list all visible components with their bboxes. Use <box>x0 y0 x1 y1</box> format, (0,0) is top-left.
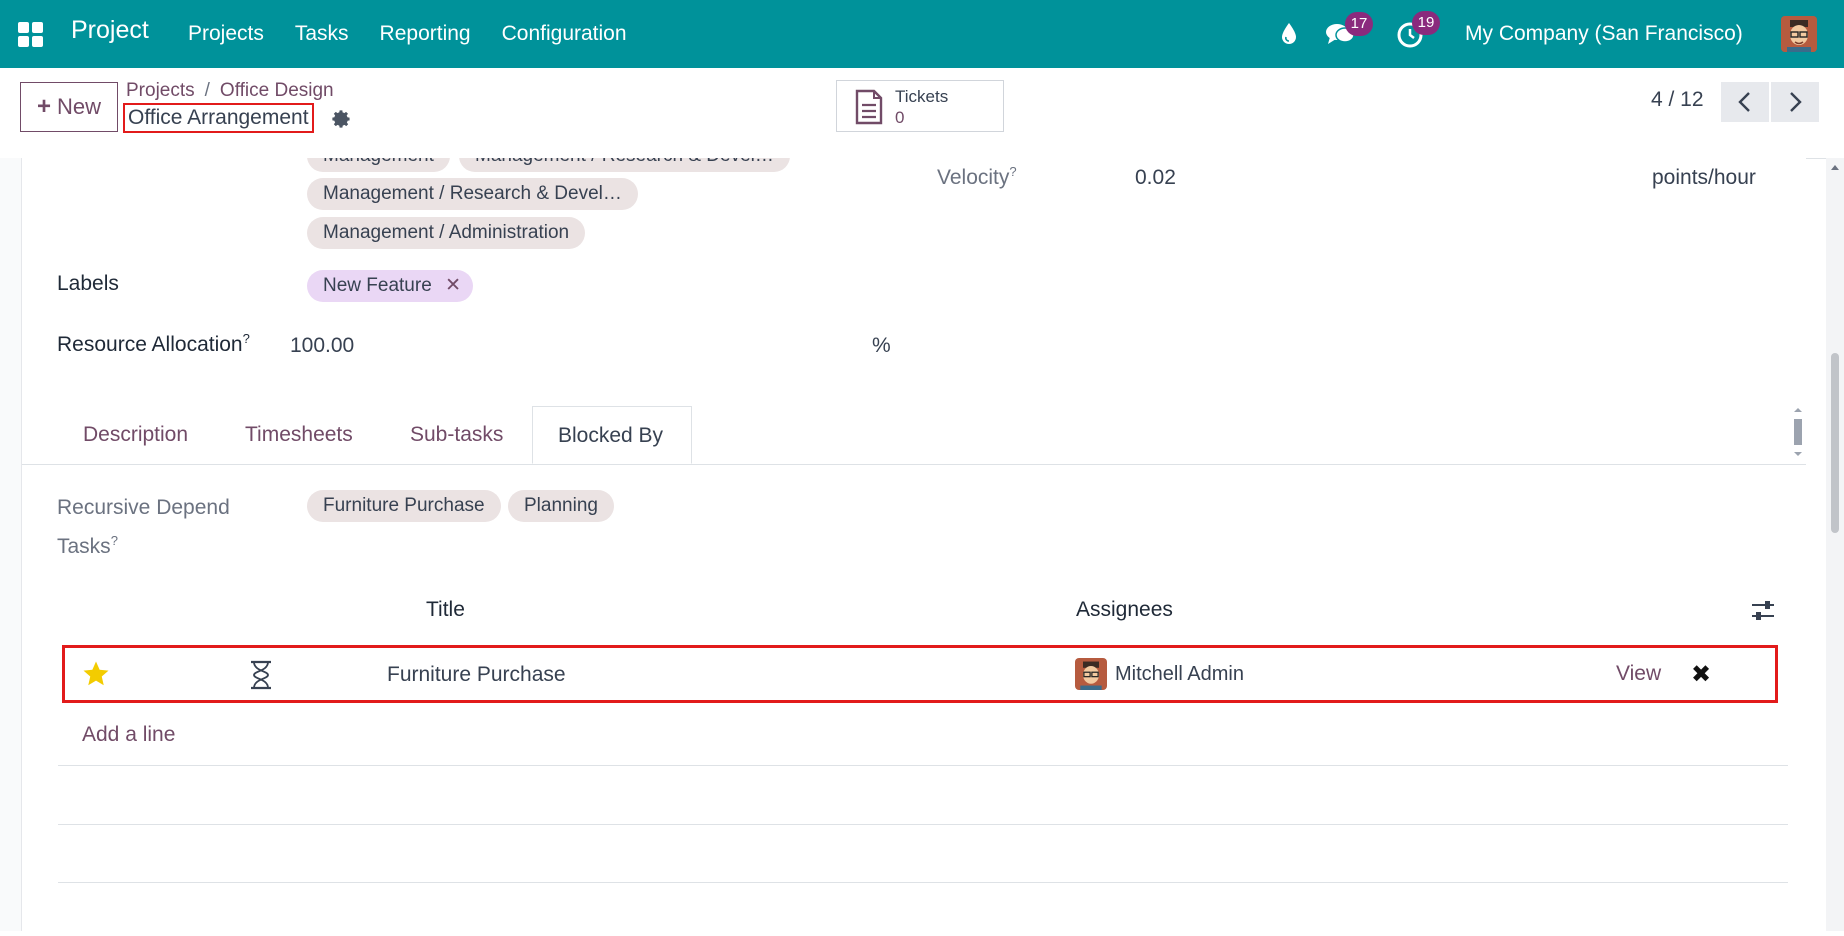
velocity-unit: points/hour <box>1652 166 1756 189</box>
tab-sub-tasks[interactable]: Sub-tasks <box>410 406 503 464</box>
column-title[interactable]: Title <box>426 598 465 622</box>
plus-icon: + <box>36 93 51 120</box>
assignee-avatar <box>1075 658 1107 690</box>
menu-reporting[interactable]: Reporting <box>380 22 471 46</box>
row-divider <box>58 765 1788 766</box>
row-assignee[interactable]: Mitchell Admin <box>1115 663 1244 686</box>
activities-badge: 19 <box>1412 11 1440 35</box>
column-assignees[interactable]: Assignees <box>1076 598 1173 622</box>
resource-allocation-value[interactable]: 100.00 <box>290 334 354 358</box>
velocity-label: Velocity? <box>937 164 1017 189</box>
form-content: Management Management / Research & Devel… <box>0 158 1806 931</box>
new-button[interactable]: + New <box>20 82 118 132</box>
row-view-button[interactable]: View <box>1616 662 1661 686</box>
table-header: Title Assignees <box>58 598 1788 648</box>
tabs-scrollbar[interactable] <box>1792 406 1804 458</box>
messages-badge: 17 <box>1345 12 1373 36</box>
tickets-label: Tickets <box>895 87 949 106</box>
breadcrumb: Projects / Office Design <box>126 80 334 102</box>
recursive-depend-tasks-label: Recursive Depend Tasks? <box>57 496 230 558</box>
gear-icon[interactable] <box>330 108 352 130</box>
record-title: Office Arrangement <box>123 103 314 133</box>
tickets-smart-button[interactable]: Tickets 0 <box>836 80 1004 132</box>
main-menu: Projects Tasks Reporting Configuration <box>188 22 627 46</box>
chevron-left-icon <box>1738 92 1750 112</box>
table-row[interactable]: Furniture Purchase Mitchell Admin View ✖ <box>62 645 1778 703</box>
row-delete-icon[interactable]: ✖ <box>1691 660 1711 689</box>
optional-columns-icon[interactable] <box>1751 600 1775 622</box>
chevron-right-icon <box>1790 92 1802 112</box>
label-tag-new-feature[interactable]: New Feature ✕ <box>307 270 473 302</box>
menu-configuration[interactable]: Configuration <box>502 22 627 46</box>
add-a-line-link[interactable]: Add a line <box>82 723 175 747</box>
breadcrumb-office-design[interactable]: Office Design <box>220 80 334 101</box>
app-brand[interactable]: Project <box>71 16 149 45</box>
recursive-tag-planning[interactable]: Planning <box>508 490 614 522</box>
tab-timesheets[interactable]: Timesheets <box>245 406 353 464</box>
tab-blocked-by[interactable]: Blocked By <box>532 406 692 464</box>
control-panel: + New Projects / Office Design Office Arra… <box>0 68 1844 159</box>
tag-management-research-partial[interactable]: Management / Research & Devel… <box>459 158 790 172</box>
pager-value[interactable]: 4 / 12 <box>1651 88 1704 112</box>
pager-next-button[interactable] <box>1771 82 1819 122</box>
document-icon <box>855 89 883 125</box>
water-drop-icon[interactable] <box>1280 22 1298 46</box>
tickets-count: 0 <box>895 108 905 127</box>
row-divider <box>58 882 1788 883</box>
resource-allocation-unit: % <box>872 334 891 357</box>
tag-management-administration[interactable]: Management / Administration <box>307 217 586 249</box>
page-scrollbar[interactable] <box>1826 158 1844 931</box>
labels-label: Labels <box>57 272 119 295</box>
row-title[interactable]: Furniture Purchase <box>387 663 566 687</box>
velocity-value[interactable]: 0.02 <box>1135 166 1176 190</box>
resource-allocation-label: Resource Allocation? <box>57 331 250 356</box>
breadcrumb-projects[interactable]: Projects <box>126 80 195 101</box>
company-switcher[interactable]: My Company (San Francisco) <box>1465 22 1743 46</box>
apps-menu-icon[interactable] <box>18 22 44 48</box>
hourglass-icon[interactable] <box>248 660 274 690</box>
breadcrumb-separator: / <box>204 80 210 101</box>
tag-management[interactable]: Management <box>307 158 450 172</box>
form-sheet: Management Management / Research & Devel… <box>21 158 1806 931</box>
row-divider <box>58 824 1788 825</box>
new-button-label: New <box>57 94 102 119</box>
menu-projects[interactable]: Projects <box>188 22 264 46</box>
tab-description[interactable]: Description <box>83 406 188 464</box>
notebook-tabs: Description Timesheets Sub-tasks Blocked… <box>22 406 1806 465</box>
pager-previous-button[interactable] <box>1721 82 1769 122</box>
menu-tasks[interactable]: Tasks <box>295 22 349 46</box>
tag-management-research[interactable]: Management / Research & Devel… <box>307 178 638 210</box>
star-icon[interactable] <box>81 659 111 689</box>
user-avatar[interactable] <box>1781 16 1817 52</box>
remove-tag-icon[interactable]: ✕ <box>445 275 461 296</box>
recursive-tag-furniture-purchase[interactable]: Furniture Purchase <box>307 490 501 522</box>
top-navbar: Project Projects Tasks Reporting Configu… <box>0 0 1844 68</box>
